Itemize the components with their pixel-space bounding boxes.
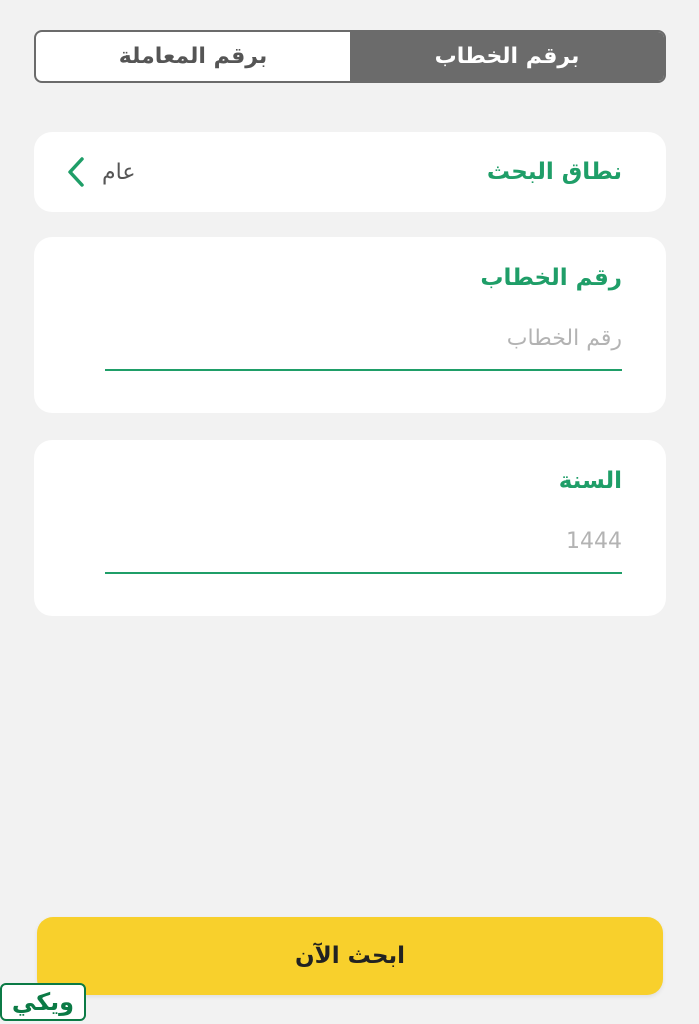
tab-transaction-number[interactable]: برقم المعاملة bbox=[36, 32, 350, 81]
search-screen: برقم الخطاب برقم المعاملة نطاق البحث عام… bbox=[0, 0, 699, 1024]
search-now-button[interactable]: ابحث الآن bbox=[37, 917, 663, 995]
tab-letter-number[interactable]: برقم الخطاب bbox=[350, 32, 664, 81]
chevron-left-icon bbox=[68, 157, 84, 187]
watermark-logo: ويكي bbox=[0, 983, 86, 1021]
letter-number-card: رقم الخطاب bbox=[34, 237, 666, 413]
letter-number-input[interactable] bbox=[105, 315, 622, 371]
search-scope-selector[interactable]: عام bbox=[64, 132, 135, 212]
search-type-tabs: برقم الخطاب برقم المعاملة bbox=[34, 30, 666, 83]
search-scope-card[interactable]: نطاق البحث عام bbox=[34, 132, 666, 212]
year-label: السنة bbox=[558, 468, 622, 494]
search-scope-label: نطاق البحث bbox=[486, 159, 622, 185]
year-card: السنة bbox=[34, 440, 666, 616]
search-scope-value: عام bbox=[102, 159, 136, 185]
year-input[interactable] bbox=[105, 518, 622, 574]
letter-number-label: رقم الخطاب bbox=[480, 265, 622, 291]
